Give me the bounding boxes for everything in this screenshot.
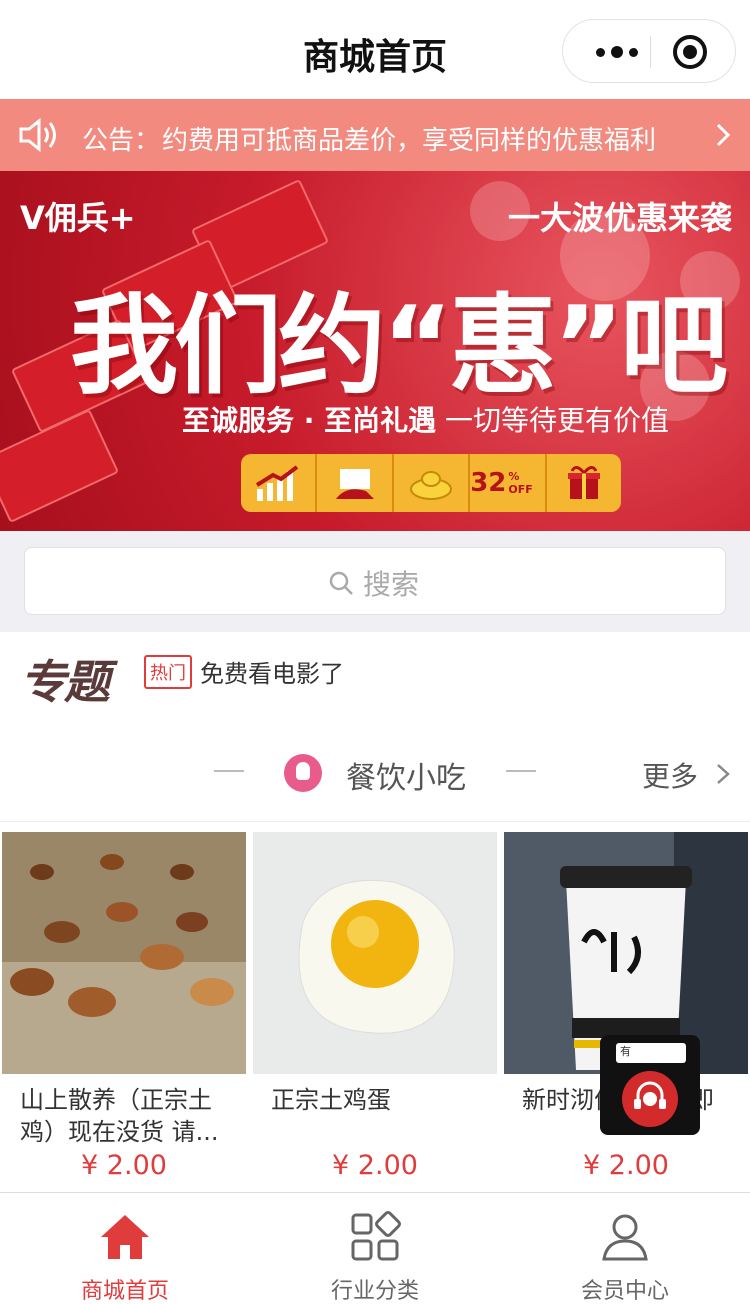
divider-line bbox=[214, 770, 244, 772]
banner-slogan: 一大波优惠来袭 bbox=[507, 199, 732, 237]
page: 商城首页 公告： 约费用可抵商品差价，享受同样的优惠福利 V佣兵+ 一大波优惠来… bbox=[0, 0, 750, 1304]
divider-line bbox=[506, 770, 536, 772]
announcement-label: 公告： bbox=[82, 126, 161, 156]
tab-label: 行业分类 bbox=[330, 1279, 419, 1304]
topic-logo: 专题 bbox=[20, 655, 110, 709]
product-price: ¥ 2.00 bbox=[583, 1150, 669, 1181]
topic-headline[interactable]: 免费看电影了 bbox=[200, 654, 344, 689]
tab-categories[interactable]: 行业分类 bbox=[250, 1193, 500, 1304]
banner-subtitle-rest: 一切等待更有价值 bbox=[436, 404, 670, 437]
section-title: 餐饮小吃 bbox=[346, 761, 466, 796]
product-name: 正宗土鸡蛋 bbox=[271, 1086, 391, 1114]
product-card[interactable]: 山上散养（正宗土鸡）现在没货 请... ¥ 2.00 bbox=[2, 832, 246, 1192]
tab-member-center[interactable]: 会员中心 bbox=[500, 1193, 750, 1304]
user-icon bbox=[602, 1214, 648, 1261]
product-price: ¥ 2.00 bbox=[332, 1150, 418, 1181]
banner-subtitle-bold: 至诚服务 · 至尚礼遇 bbox=[182, 404, 437, 437]
promo-banner[interactable]: V佣兵+ 一大波优惠来袭 我们约“惠”吧 至诚服务 · 至尚礼遇 一切等待更有价… bbox=[0, 171, 750, 531]
search-placeholder: 搜索 bbox=[363, 568, 420, 601]
banner-subtitle: 至诚服务 · 至尚礼遇 一切等待更有价值 bbox=[182, 399, 669, 439]
product-card[interactable]: 新时沏优惠卷）即 ¥ 2.00 bbox=[504, 832, 748, 1192]
food-category-icon bbox=[284, 754, 322, 792]
product-name: 山上散养（正宗土鸡）现在没货 请... bbox=[20, 1086, 219, 1146]
customer-service-button[interactable]: 有 bbox=[600, 1035, 700, 1135]
growth-chart-icon bbox=[241, 454, 318, 512]
product-image-chickens[interactable] bbox=[2, 832, 246, 1074]
topic-ticker[interactable]: 专题 热门 免费看电影了 bbox=[0, 632, 750, 722]
bottom-tab-bar: 商城首页 行业分类 会员中心 bbox=[0, 1192, 750, 1304]
speaker-icon bbox=[19, 117, 56, 153]
capsule-divider bbox=[650, 36, 651, 68]
home-icon bbox=[101, 1215, 149, 1259]
gift-box-icon bbox=[547, 454, 621, 512]
hot-badge: 热门 bbox=[144, 655, 192, 689]
headset-icon bbox=[622, 1071, 678, 1127]
card-hand-icon bbox=[317, 454, 394, 512]
product-grid: 山上散养（正宗土鸡）现在没货 请... ¥ 2.00 正宗土鸡蛋 ¥ 2.00 bbox=[0, 822, 750, 1192]
announcement-bar[interactable]: 公告： 约费用可抵商品差价，享受同样的优惠福利 bbox=[0, 99, 750, 171]
banner-icon-strip: 32% OFF bbox=[241, 454, 621, 512]
banner-brand: V佣兵+ bbox=[20, 199, 136, 237]
gold-ingot-icon bbox=[394, 454, 471, 512]
tab-label: 商城首页 bbox=[80, 1279, 169, 1304]
discount-unit: % OFF bbox=[508, 470, 533, 496]
announcement-text: 约费用可抵商品差价，享受同样的优惠福利 bbox=[162, 126, 657, 156]
search-input[interactable]: 搜索 bbox=[24, 547, 726, 615]
discount-value: 32 bbox=[470, 468, 507, 498]
top-nav-bar: 商城首页 bbox=[0, 0, 750, 99]
red-envelope-graphic bbox=[0, 408, 120, 524]
tab-label: 会员中心 bbox=[580, 1279, 669, 1304]
category-section-header: 餐饮小吃 更多 bbox=[0, 722, 750, 822]
search-icon bbox=[329, 571, 353, 595]
category-grid-icon bbox=[351, 1211, 401, 1261]
chevron-right-icon[interactable] bbox=[716, 123, 730, 147]
banner-headline: 我们约“惠”吧 bbox=[70, 284, 728, 409]
chevron-right-icon[interactable] bbox=[716, 763, 730, 785]
more-link[interactable]: 更多 bbox=[642, 755, 698, 795]
discount-badge: 32% OFF bbox=[470, 454, 547, 512]
product-card[interactable]: 正宗土鸡蛋 ¥ 2.00 bbox=[253, 832, 497, 1192]
more-menu-icon[interactable] bbox=[583, 20, 651, 84]
close-mini-program-icon[interactable] bbox=[673, 35, 707, 69]
tab-home[interactable]: 商城首页 bbox=[0, 1193, 250, 1304]
product-image-egg[interactable] bbox=[253, 832, 497, 1074]
search-section: 搜索 bbox=[0, 531, 750, 632]
chat-bubble: 有 bbox=[616, 1043, 686, 1063]
mini-program-capsule bbox=[562, 19, 736, 83]
product-price: ¥ 2.00 bbox=[81, 1150, 167, 1181]
